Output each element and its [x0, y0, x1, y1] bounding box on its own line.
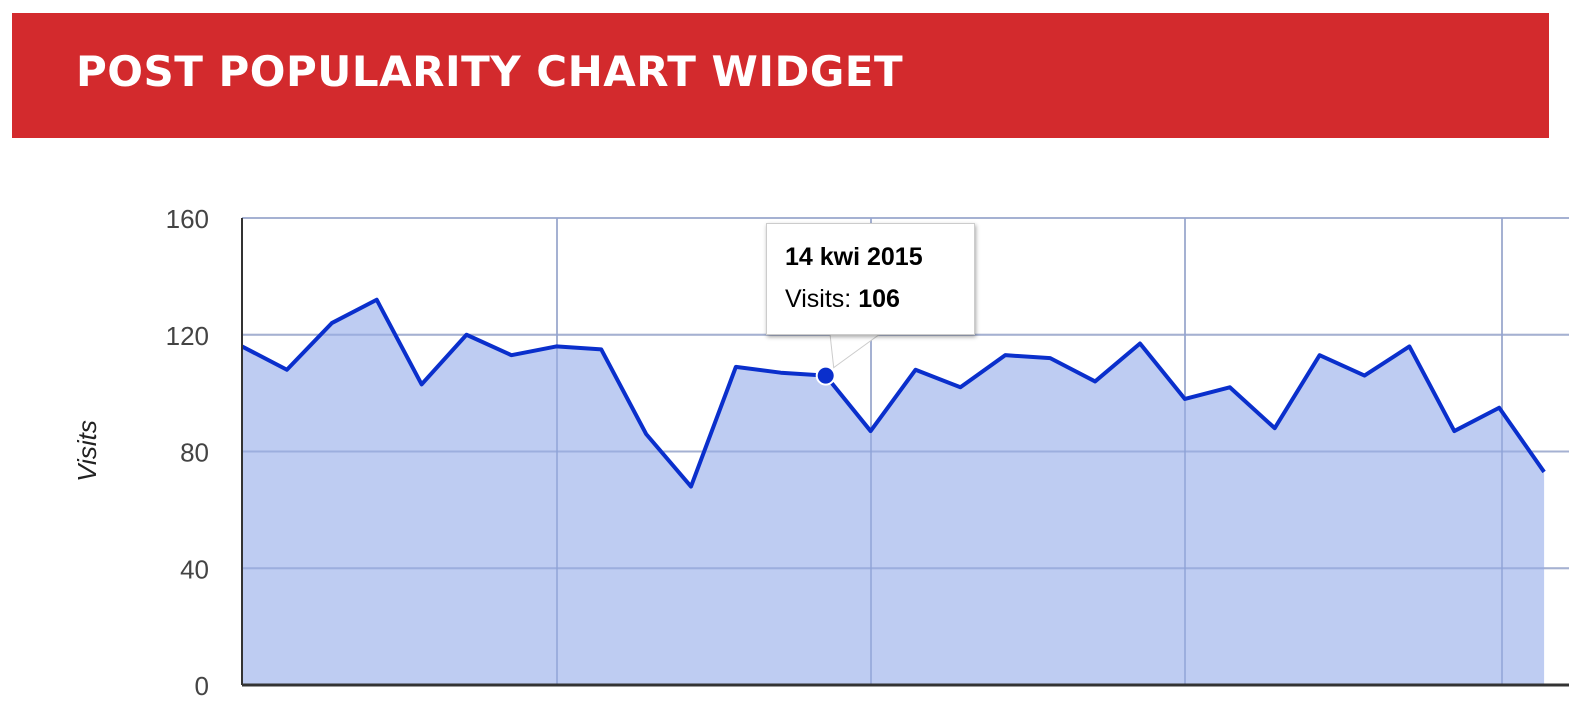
data-point — [688, 484, 694, 490]
data-point — [1047, 355, 1053, 361]
data-point — [957, 384, 963, 390]
tooltip-visits-label: Visits: — [785, 285, 852, 313]
data-point — [284, 367, 290, 373]
data-point — [374, 297, 380, 303]
data-point — [643, 431, 649, 437]
data-point — [1406, 343, 1412, 349]
tooltip-visits-value: 106 — [858, 285, 900, 313]
data-point — [868, 428, 874, 434]
data-point — [733, 364, 739, 370]
data-point — [464, 332, 470, 338]
data-point — [1002, 352, 1008, 358]
data-point — [913, 367, 919, 373]
visits-area-fill — [242, 299, 1545, 685]
tooltip-pointer — [829, 333, 882, 369]
data-point — [1092, 378, 1098, 384]
data-point — [778, 370, 784, 376]
y-tick-label: 120 — [166, 321, 209, 351]
data-point — [419, 381, 425, 387]
data-point — [1182, 396, 1188, 402]
y-tick-label: 160 — [166, 204, 209, 234]
data-point — [1496, 405, 1502, 411]
tooltip-visits-line: Visits: 106 — [785, 285, 900, 314]
data-point — [598, 346, 604, 352]
y-tick-label: 0 — [195, 671, 209, 701]
data-point — [1272, 425, 1278, 431]
data-point — [329, 320, 335, 326]
data-point-tooltip: 14 kwi 2015 Visits: 106 — [766, 223, 975, 335]
data-point — [508, 352, 514, 358]
data-point — [1541, 469, 1547, 475]
y-tick-label: 40 — [180, 554, 209, 584]
data-point — [1317, 352, 1323, 358]
tooltip-date: 14 kwi 2015 — [785, 243, 923, 271]
data-point — [1137, 341, 1143, 347]
highlighted-data-point — [815, 365, 836, 386]
y-axis-title: Visits — [72, 420, 102, 482]
data-point — [1451, 428, 1457, 434]
data-point — [1362, 373, 1368, 379]
data-point — [553, 343, 559, 349]
visits-area-chart: 0 40 80 120 160 Visits — [72, 204, 1569, 701]
data-point — [1227, 384, 1233, 390]
y-tick-label: 80 — [180, 438, 209, 468]
